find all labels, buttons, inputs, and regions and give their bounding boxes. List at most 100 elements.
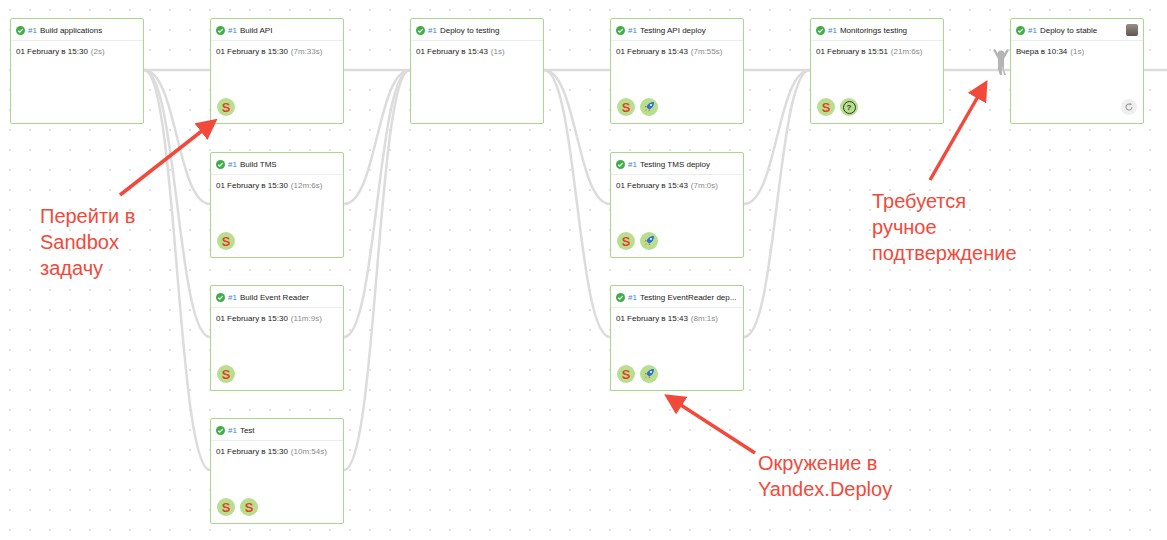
job-header: #1Deploy to stable [1011,19,1143,41]
run-number[interactable]: #1 [628,293,637,302]
job-badges: S [611,231,743,257]
pipeline-edge [344,70,410,204]
pipeline-edge [544,70,610,204]
sandbox-icon[interactable]: S [817,98,835,116]
job-time: Вчера в 10:34(1s) [1011,41,1143,62]
pipeline-edge [744,69,810,72]
pipeline-edge [744,70,810,204]
job-card[interactable]: #1Testing EventReader dep...01 February … [610,285,744,391]
run-number[interactable]: #1 [628,160,637,169]
job-time: 01 February в 15:30(11m:9s) [211,308,343,329]
pipeline-edge [544,69,610,72]
sandbox-icon[interactable]: S [617,232,635,250]
job-card[interactable]: #1Test01 February в 15:30(10m:54s)SS [210,418,344,524]
job-title: Test [240,426,255,435]
run-number[interactable]: #1 [228,26,237,35]
job-card[interactable]: #1Deploy to testing01 February в 15:43(1… [410,18,544,124]
job-title: Monitorings testing [840,26,907,35]
job-header: #1Testing API deploy [611,19,743,41]
job-header: #1Deploy to testing [411,19,543,41]
job-card[interactable]: #1Build Event Reader01 February в 15:30(… [210,285,344,391]
success-check-icon [616,160,625,169]
pipeline-edge [344,70,410,337]
job-time: 01 February в 15:43(7m:0s) [611,175,743,196]
annotation-arrow [120,123,212,195]
sandbox-icon[interactable]: S [217,498,235,516]
job-header: #1Build Event Reader [211,286,343,308]
annotation-arrow [670,398,755,453]
annotation-arrow [930,86,984,180]
help-icon[interactable]: ? [840,98,858,116]
success-check-icon [216,293,225,302]
success-check-icon [16,26,25,35]
sandbox-icon[interactable]: S [217,232,235,250]
job-title: Deploy to stable [1040,26,1097,35]
job-badges [411,97,543,123]
job-card[interactable]: #1Testing TMS deploy01 February в 15:43(… [610,152,744,258]
pipeline-edge [144,70,210,470]
job-badges: S [611,364,743,390]
job-time: 01 February в 15:30(10m:54s) [211,441,343,462]
job-card[interactable]: #1Build applications01 February в 15:30(… [10,18,144,124]
run-number[interactable]: #1 [628,26,637,35]
run-number[interactable]: #1 [428,26,437,35]
job-title: Build Event Reader [240,293,309,302]
job-header: #1Monitorings testing [811,19,943,41]
job-header: #1Test [211,419,343,441]
job-badges: S [211,364,343,390]
job-title: Build applications [40,26,102,35]
job-title: Build API [240,26,272,35]
job-title: Testing EventReader dep... [640,293,737,302]
sandbox-icon[interactable]: S [617,365,635,383]
sandbox-icon[interactable]: S [240,498,258,516]
pipeline-edge [744,70,810,337]
job-header: #1Testing EventReader dep... [611,286,743,308]
success-check-icon [416,26,425,35]
rocket-icon[interactable] [640,232,658,250]
pipeline-canvas: #1Build applications01 February в 15:30(… [0,0,1167,540]
rocket-icon[interactable] [640,365,658,383]
job-badges [11,97,143,123]
run-number[interactable]: #1 [28,26,37,35]
success-check-icon [616,293,625,302]
run-number[interactable]: #1 [1028,26,1037,35]
pipeline-edge [1144,69,1167,72]
run-number[interactable]: #1 [828,26,837,35]
annotation-text: Перейти вSandboxзадачу [40,203,135,281]
job-title: Deploy to testing [440,26,500,35]
job-badges: S [211,97,343,123]
job-card[interactable]: #1Testing API deploy01 February в 15:43(… [610,18,744,124]
rocket-icon[interactable] [640,98,658,116]
success-check-icon [816,26,825,35]
sandbox-icon[interactable]: S [617,98,635,116]
pipeline-edge [344,70,410,470]
job-time: 01 February в 15:43(7m:55s) [611,41,743,62]
annotation-text: Окружение вYandex.Deploy [758,450,892,502]
success-check-icon [216,160,225,169]
restart-icon[interactable] [1121,99,1137,115]
job-time: 01 February в 15:43(1s) [411,41,543,62]
pipeline-edge [144,69,210,72]
job-badges: S? [811,97,943,123]
pipeline-edge [544,70,610,337]
job-header: #1Testing TMS deploy [611,153,743,175]
job-header: #1Build API [211,19,343,41]
sandbox-icon[interactable]: S [217,365,235,383]
job-card[interactable]: #1Build TMS01 February в 15:30(12m:6s)S [210,152,344,258]
pipeline-edge [144,70,210,337]
success-check-icon [1016,26,1025,35]
job-time: 01 February в 15:30(12m:6s) [211,175,343,196]
manual-approval-icon[interactable] [990,48,1012,76]
run-number[interactable]: #1 [228,426,237,435]
job-card[interactable]: #1Build API01 February в 15:30(7m:33s)S [210,18,344,124]
annotation-text: Требуетсяручноеподтверждение [872,188,1017,266]
job-card[interactable]: #1Monitorings testing01 February в 15:51… [810,18,944,124]
run-number[interactable]: #1 [228,293,237,302]
pipeline-edge [344,69,410,72]
sandbox-icon[interactable]: S [217,98,235,116]
run-number[interactable]: #1 [228,160,237,169]
user-avatar-icon [1126,24,1138,36]
job-header: #1Build applications [11,19,143,41]
job-time: 01 February в 15:30(2s) [11,41,143,62]
job-card[interactable]: #1Deploy to stableВчера в 10:34(1s) [1010,18,1144,124]
